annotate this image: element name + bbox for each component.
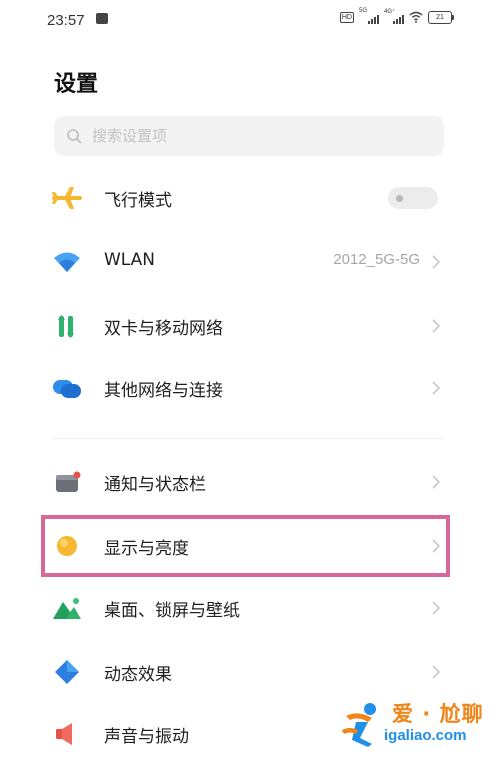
settings-item-dual-sim[interactable]: 双卡与移动网络: [0, 296, 498, 356]
settings-item-animation[interactable]: 动态效果: [0, 642, 498, 702]
settings-item-label: 通知与状态栏: [104, 475, 206, 495]
settings-item-label: 动态效果: [104, 665, 172, 685]
watermark-logo: 爱 · 尬聊 igaliao.com: [334, 694, 494, 754]
battery-icon: 21: [428, 10, 454, 24]
status-time: 23:57: [47, 12, 85, 29]
search-box[interactable]: [54, 116, 444, 156]
notification-icon: [56, 471, 81, 492]
wallpaper-icon: [53, 598, 81, 619]
settings-item-label: 飞行模式: [104, 191, 172, 211]
status-bar: 23:57 HD 5G 4G⁺ 21: [0, 0, 498, 40]
hd-icon: HD: [339, 11, 354, 23]
chevron-right-icon: [432, 319, 441, 333]
settings-item-label: 桌面、锁屏与壁纸: [104, 601, 240, 621]
toggle-knob: [396, 195, 403, 202]
settings-item-label: 双卡与移动网络: [104, 319, 223, 339]
wlan-network-name: 2012_5G-5G: [333, 251, 420, 268]
chevron-right-icon: [432, 475, 441, 489]
page-title: 设置: [54, 72, 99, 97]
settings-item-airplane-mode[interactable]: 飞行模式: [0, 168, 498, 228]
chevron-right-icon: [432, 601, 441, 615]
search-input[interactable]: [90, 126, 394, 146]
wifi-status-icon: [409, 11, 423, 23]
chevron-right-icon: [432, 665, 441, 679]
watermark-site: igaliao.com: [384, 727, 467, 744]
search-icon: [67, 129, 82, 144]
connections-icon: [53, 380, 81, 398]
signal-5g-icon: 5G: [359, 8, 379, 24]
chevron-right-icon: [432, 255, 441, 269]
settings-item-other-connections[interactable]: 其他网络与连接: [0, 358, 498, 418]
airplane-mode-toggle[interactable]: [388, 187, 438, 209]
dual-sim-icon: [58, 315, 74, 338]
chevron-right-icon: [432, 381, 441, 395]
section-divider: [54, 438, 444, 439]
settings-item-label: 声音与振动: [104, 727, 189, 747]
animation-icon: [55, 660, 79, 684]
settings-item-label: 其他网络与连接: [104, 381, 223, 401]
settings-item-notifications[interactable]: 通知与状态栏: [0, 452, 498, 512]
signal-4g-icon: 4G⁺: [384, 9, 404, 24]
message-notification-icon: [96, 13, 108, 24]
settings-item-label: WLAN: [104, 250, 156, 270]
highlight-annotation: [41, 515, 450, 577]
airplane-icon: [52, 187, 82, 209]
settings-item-wallpaper[interactable]: 桌面、锁屏与壁纸: [0, 578, 498, 638]
watermark-brand: 爱 · 尬聊: [392, 702, 484, 726]
settings-item-wlan[interactable]: WLAN 2012_5G-5G: [0, 232, 498, 292]
wifi-icon: [54, 252, 80, 272]
sound-icon: [56, 723, 72, 745]
status-icons: HD 5G 4G⁺ 21: [339, 8, 454, 24]
mascot-logo-icon: [342, 703, 376, 747]
